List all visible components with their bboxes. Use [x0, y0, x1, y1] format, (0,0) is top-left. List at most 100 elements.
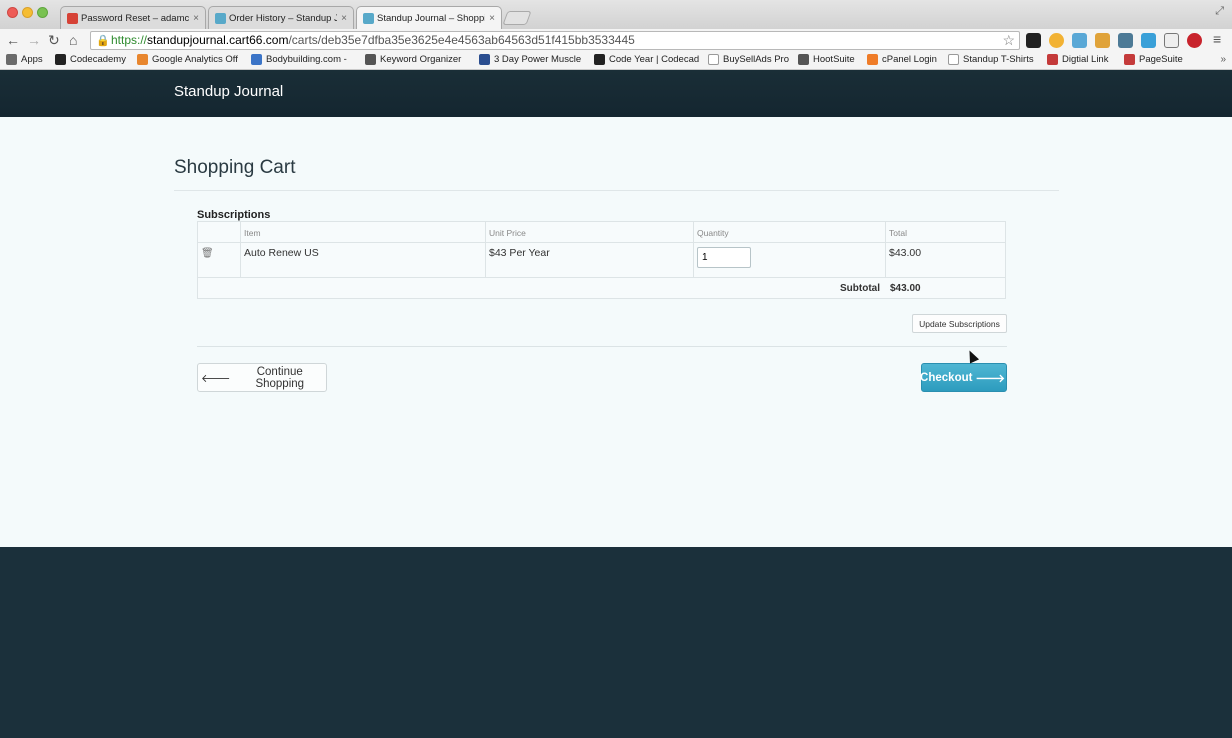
cpanel-icon [867, 54, 878, 65]
url-path: /carts/deb35e7dfba35e3625e4e4563ab64563d… [288, 33, 635, 47]
url-scheme: https:// [111, 33, 148, 47]
bookmark-label: HootSuite [813, 54, 855, 65]
bookmark-code-year[interactable]: Code Year | Codecad [594, 54, 699, 65]
column-header-item: Item [241, 222, 486, 242]
browser-tab-order-history[interactable]: Order History – Standup Jo × [208, 6, 354, 29]
analytics-icon [137, 54, 148, 65]
url-host: standupjournal.cart66.com [147, 33, 289, 47]
item-total: $43.00 [889, 247, 922, 259]
fullscreen-icon[interactable]: ⤢ [1215, 5, 1224, 18]
arrow-right-icon: 🡒 [975, 372, 1005, 385]
continue-shopping-button[interactable]: 🡐 Continue Shopping [197, 363, 327, 392]
extension-icon[interactable] [1049, 33, 1064, 48]
subtotal-label: Subtotal [840, 283, 880, 294]
bookmark-google-analytics[interactable]: Google Analytics Off [137, 54, 238, 65]
new-tab-button[interactable] [502, 11, 532, 25]
browser-tab-bar: Password Reset – adamch × Order History … [0, 0, 1232, 30]
update-subscriptions-button[interactable]: Update Subscriptions [912, 314, 1007, 333]
page-icon [708, 54, 719, 65]
close-window-icon[interactable] [7, 7, 18, 18]
close-tab-icon[interactable]: × [193, 13, 199, 24]
address-bar[interactable]: 🔒 https://standupjournal.cart66.com/cart… [90, 31, 1020, 50]
cart-table: Item Unit Price Quantity Total 🗑 Auto Re… [197, 221, 1006, 299]
extension-icon[interactable] [1164, 33, 1179, 48]
extension-icon[interactable] [1118, 33, 1133, 48]
trash-icon[interactable]: 🗑 [201, 248, 214, 259]
remove-cell: 🗑 [198, 243, 241, 277]
divider [174, 190, 1059, 191]
bookmark-label: Digtial Link [1062, 54, 1109, 65]
link-icon [1047, 54, 1058, 65]
bookmark-label: Keyword Organizer [380, 54, 462, 65]
zoom-window-icon[interactable] [37, 7, 48, 18]
extension-icon[interactable] [1026, 33, 1041, 48]
bookmark-label: cPanel Login [882, 54, 937, 65]
page-title: Shopping Cart [174, 157, 296, 178]
cart-page: Shopping Cart Subscriptions Item Unit Pr… [0, 117, 1232, 547]
bookmark-label: 3 Day Power Muscle [494, 54, 582, 65]
site-brand-link[interactable]: Standup Journal [174, 83, 283, 100]
bookmark-hootsuite[interactable]: HootSuite [798, 54, 855, 65]
back-arrow-icon[interactable]: ← [6, 31, 20, 49]
hootsuite-icon [798, 54, 809, 65]
divider [197, 346, 1007, 347]
table-row: 🗑 Auto Renew US $43 Per Year $43.00 [198, 243, 1005, 278]
mouse-cursor-icon [964, 348, 980, 364]
bookmark-label: PageSuite [1139, 54, 1183, 65]
site-header: Standup Journal [0, 70, 1232, 117]
checkout-button[interactable]: Checkout 🡒 [920, 363, 1007, 392]
minimize-window-icon[interactable] [22, 7, 33, 18]
quantity-input[interactable] [697, 247, 751, 268]
bookmark-digital-link[interactable]: Digtial Link [1047, 54, 1108, 65]
lock-icon: 🔒 [96, 35, 110, 47]
bookmark-label: Apps [21, 54, 43, 65]
keyword-icon [365, 54, 376, 65]
menu-icon[interactable]: ≡ [1213, 30, 1221, 48]
gmail-icon [67, 12, 78, 24]
close-tab-icon[interactable]: × [489, 13, 495, 24]
browser-tab-password-reset[interactable]: Password Reset – adamch × [60, 6, 206, 29]
bookmark-bodybuilding[interactable]: Bodybuilding.com - [251, 54, 347, 65]
page-icon [948, 54, 959, 65]
reload-icon[interactable]: ↻ [48, 31, 60, 49]
bookmark-3-day-power-muscle[interactable]: 3 Day Power Muscle [479, 54, 581, 65]
extension-icon[interactable] [1095, 33, 1110, 48]
browser-toolbar: ← → ↻ ⌂ 🔒 https://standupjournal.cart66.… [0, 29, 1232, 51]
bookmark-label: BuySellAds Pro [723, 54, 790, 65]
more-bookmarks-button[interactable]: » [1220, 54, 1226, 65]
quantity-cell [694, 243, 886, 277]
codecademy-icon [55, 54, 66, 65]
bookmarks-bar: Apps Codecademy Google Analytics Off Bod… [0, 51, 1232, 70]
extension-icon[interactable] [1141, 33, 1156, 48]
forward-arrow-icon[interactable]: → [27, 31, 41, 49]
bookmark-star-icon[interactable]: ☆ [1002, 32, 1015, 49]
continue-shopping-label: Continue Shopping [255, 365, 305, 390]
tab-title: Standup Journal – Shoppin [377, 13, 486, 24]
bookmark-label: Codecademy [70, 54, 126, 65]
bookmark-label: Code Year | Codecad [609, 54, 700, 65]
bookmark-codecademy[interactable]: Codecademy [55, 54, 126, 65]
bookmark-label: Bodybuilding.com - [266, 54, 347, 65]
arrow-left-icon: 🡐 [201, 372, 231, 385]
section-heading: Subscriptions [197, 209, 271, 221]
pinterest-icon[interactable] [1187, 33, 1202, 48]
bookmark-buysellads[interactable]: BuySellAds Pro [708, 54, 789, 65]
subtotal-row: Subtotal $43.00 [198, 278, 1005, 298]
column-header-remove [198, 222, 241, 242]
column-header-quantity: Quantity [694, 222, 886, 242]
tab-title: Order History – Standup Jo [229, 12, 338, 24]
bookmark-label: Standup T-Shirts [963, 54, 1034, 65]
checkout-label: Checkout [920, 371, 973, 384]
site-favicon-icon [363, 13, 374, 24]
bookmark-standup-tshirts[interactable]: Standup T-Shirts [948, 54, 1034, 65]
site-footer [0, 547, 1232, 738]
bookmark-keyword-organizer[interactable]: Keyword Organizer [365, 54, 461, 65]
home-icon[interactable]: ⌂ [69, 31, 77, 49]
bookmark-pagesuite[interactable]: PageSuite [1124, 54, 1183, 65]
bookmark-cpanel[interactable]: cPanel Login [867, 54, 937, 65]
column-header-unit-price: Unit Price [486, 222, 694, 242]
browser-tab-shopping-cart[interactable]: Standup Journal – Shoppin × [356, 6, 502, 30]
close-tab-icon[interactable]: × [341, 13, 347, 24]
bookmark-apps[interactable]: Apps [6, 54, 43, 65]
extension-icon[interactable] [1072, 33, 1087, 48]
